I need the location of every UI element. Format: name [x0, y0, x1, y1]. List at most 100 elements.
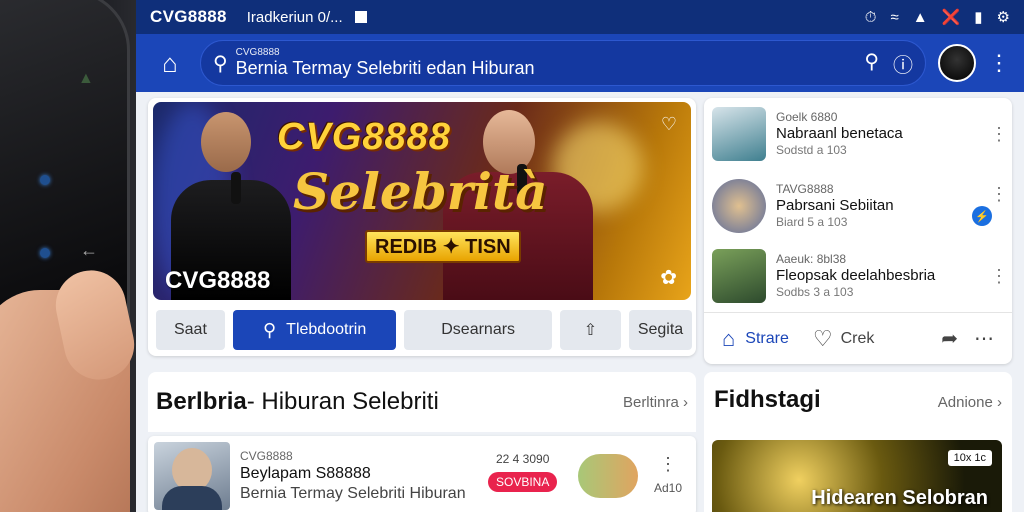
- feed-text: Goelk 6880 Nabraanl benetaca Sodstd a 10…: [776, 110, 903, 159]
- search-input[interactable]: ⚲ CVG8888 Bernia Termay Selebriti edan H…: [200, 40, 926, 86]
- list-title: Beylapam S88888: [240, 464, 371, 482]
- more-vertical-icon[interactable]: ⋮: [988, 50, 1010, 76]
- battery-icon: ▮: [974, 9, 983, 26]
- home-icon[interactable]: ⌂: [152, 45, 188, 81]
- feed-footer-actions: ➦ ⋯: [941, 326, 994, 351]
- feed-text: Aaeuk: 8bl38 Fleopsak deelahbesbria Sodb…: [776, 252, 935, 301]
- feed-meta: Sodstd a 103: [776, 143, 847, 158]
- phone-background: ▲ ←: [0, 0, 141, 512]
- mute-icon: ❌: [941, 9, 961, 26]
- promo-tag: 10x 1c: [947, 450, 992, 466]
- section-title: Berlbria- Hiburan Selebriti: [156, 388, 439, 416]
- feed-source: Aaeuk: 8bl38: [776, 251, 847, 266]
- search-query: CVG8888 Bernia Termay Selebriti edan Hib…: [236, 48, 535, 77]
- hero-logo: CVG8888: [277, 116, 451, 158]
- list-subtitle: Bernia Termay Selebriti Hiburan: [240, 484, 466, 502]
- app-bar: ⌂ ⚲ CVG8888 Bernia Termay Selebriti edan…: [136, 34, 1024, 92]
- hero-brand-overlay: CVG8888: [165, 267, 271, 294]
- feed-footer: ⌂ Strare ♡ Crek ➦ ⋯: [704, 312, 1012, 364]
- section-title: Fidhstagi: [714, 386, 821, 413]
- hero-script-title: Selebrità: [293, 162, 548, 221]
- feed-source: TAVG8888: [776, 181, 834, 196]
- section-see-all-link[interactable]: Adnione ›: [938, 394, 1002, 411]
- performer-male-head: [201, 112, 251, 172]
- feed-item[interactable]: TAVG8888 Pabrsani Sebiitan Biard 5 a 103…: [712, 176, 1008, 236]
- more-vertical-icon[interactable]: ⋮: [990, 184, 1008, 205]
- feed-meta: Biard 5 a 103: [776, 215, 848, 230]
- status-badge[interactable]: SOVBINA: [488, 472, 558, 492]
- search-actions: ⚲ ⓘ: [864, 49, 913, 78]
- status-message: Iradkeriun 0/...: [246, 8, 343, 26]
- hero-badge: REDIB ✦ TISN: [365, 230, 521, 263]
- list-thumbnail: [154, 442, 230, 510]
- section-right: Fidhstagi Adnione › 10x 1c Hidearen Selo…: [704, 372, 1012, 512]
- feed-thumbnail: [712, 179, 766, 233]
- feed-title: Nabraanl benetaca: [776, 124, 903, 142]
- home-icon: ⌂: [722, 325, 736, 351]
- status-icons: ⏱ ≈ ▲ ❌ ▮ ⚙: [864, 8, 1010, 27]
- hero-actions: Saat ⚲ Tlebdootrin Dsearnars ⇧ Segita: [156, 310, 692, 350]
- action-search-label: Tlebdootrin: [286, 321, 367, 338]
- nav-arrow-icon: ▲: [78, 70, 94, 87]
- search-icon: ⚲: [213, 52, 228, 75]
- list-item[interactable]: CVG8888 Beylapam S88888 Bernia Termay Se…: [148, 436, 696, 512]
- share-button[interactable]: ⇧: [559, 310, 621, 350]
- status-brand: CVG8888: [150, 7, 227, 26]
- avatar[interactable]: [938, 44, 976, 82]
- action-dsearnars-button[interactable]: Dsearnars: [404, 310, 552, 350]
- promo-banner[interactable]: 10x 1c Hidearen Selobran: [712, 440, 1002, 512]
- like-label: Crek: [840, 329, 875, 347]
- signal-icon: ▲: [912, 8, 928, 26]
- list-actions: ⋮ Ad10: [654, 454, 682, 495]
- list-text: CVG8888 Beylapam S88888 Bernia Termay Se…: [240, 449, 466, 504]
- section-see-all-link[interactable]: Berltinra ›: [623, 394, 688, 411]
- hero-banner[interactable]: CVG8888 Selebrità REDIB ✦ TISN CVG8888 ♡…: [153, 102, 691, 300]
- promo-caption: Hidearen Selobran: [811, 487, 988, 509]
- search-caption: CVG8888: [235, 47, 280, 59]
- back-icon: ←: [80, 240, 98, 260]
- gallery-icon[interactable]: ✿: [660, 265, 677, 290]
- more-vertical-icon[interactable]: ⋮: [659, 454, 677, 475]
- phone-indicator-light: [40, 248, 50, 258]
- forward-icon[interactable]: ➦: [941, 326, 958, 351]
- feed-title: Pabrsani Sebiitan: [776, 196, 894, 214]
- heart-icon: ♡: [812, 325, 833, 351]
- list-source: CVG8888: [240, 448, 293, 463]
- search-text: Bernia Termay Selebriti edan Hiburan: [235, 57, 535, 78]
- share-icon: ⇧: [583, 322, 598, 339]
- microphone-icon: [231, 172, 241, 204]
- hero-card: CVG8888 Selebrità REDIB ✦ TISN CVG8888 ♡…: [148, 98, 696, 356]
- section-title-bold: Berlbria: [156, 388, 247, 415]
- list-thumbnail-secondary: [578, 454, 638, 498]
- wifi-icon: ≈: [890, 8, 899, 26]
- search-icon[interactable]: ⚲: [864, 49, 879, 78]
- more-vertical-icon[interactable]: ⋮: [990, 266, 1008, 287]
- list-date: 22 4 3090: [495, 452, 550, 466]
- alarm-icon: ⏱: [864, 8, 877, 26]
- settings-icon[interactable]: ⚙: [997, 8, 1010, 26]
- feed-title: Fleopsak deelahbesbria: [776, 266, 936, 284]
- feed-card: Goelk 6880 Nabraanl benetaca Sodstd a 10…: [704, 98, 1012, 364]
- help-icon[interactable]: ⓘ: [893, 49, 913, 78]
- home-share-button[interactable]: ⌂ Strare: [722, 326, 789, 352]
- status-bar: CVG8888 Iradkeriun 0/... ⏱ ≈ ▲ ❌ ▮ ⚙: [136, 0, 1024, 34]
- bookmark-icon[interactable]: ♡: [661, 114, 677, 135]
- app-window: CVG8888 Iradkeriun 0/... ⏱ ≈ ▲ ❌ ▮ ⚙ ⌂ ⚲…: [136, 0, 1024, 512]
- like-button[interactable]: ♡ Crek: [813, 326, 875, 352]
- feed-thumbnail: [712, 107, 766, 161]
- phone-indicator-light: [40, 175, 50, 185]
- section-header-left: Berlbria- Hiburan Selebriti Berltinra ›: [148, 372, 696, 432]
- feed-text: TAVG8888 Pabrsani Sebiitan Biard 5 a 103: [776, 182, 894, 231]
- action-search-button[interactable]: ⚲ Tlebdootrin: [232, 310, 397, 350]
- feed-item[interactable]: Aaeuk: 8bl38 Fleopsak deelahbesbria Sodb…: [712, 246, 1008, 306]
- action-saat-button[interactable]: Saat: [156, 310, 225, 350]
- action-segita-button[interactable]: Segita: [629, 310, 692, 350]
- feed-item[interactable]: Goelk 6880 Nabraanl benetaca Sodstd a 10…: [712, 104, 1008, 164]
- feed-meta: Sodbs 3 a 103: [776, 285, 854, 300]
- screen: ▲ ← CVG8888 Iradkeriun 0/... ⏱ ≈ ▲ ❌ ▮ ⚙…: [0, 0, 1024, 512]
- list-count: Ad10: [653, 481, 682, 495]
- more-horizontal-icon[interactable]: ⋯: [974, 326, 994, 351]
- feed-source: Goelk 6880: [776, 109, 838, 124]
- more-vertical-icon[interactable]: ⋮: [990, 124, 1008, 145]
- feed-thumbnail: [712, 249, 766, 303]
